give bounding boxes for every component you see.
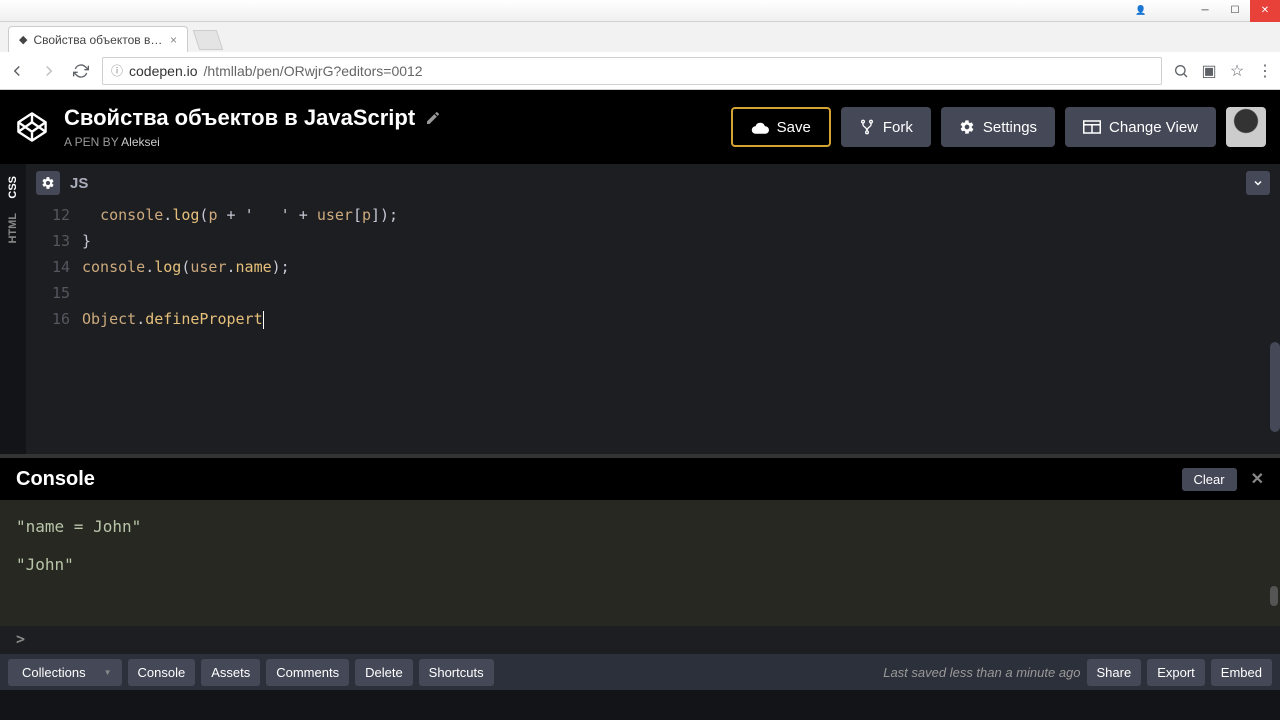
footer-console-button[interactable]: Console <box>128 659 196 686</box>
share-button[interactable]: Share <box>1087 659 1142 686</box>
collections-dropdown[interactable]: Collections <box>8 659 122 686</box>
back-button[interactable] <box>6 60 28 82</box>
gear-icon <box>959 119 975 135</box>
css-tab[interactable]: CSS <box>5 170 21 205</box>
console-title: Console <box>16 468 95 491</box>
console-prompt[interactable]: > <box>0 626 1280 654</box>
reload-button[interactable] <box>70 60 92 82</box>
line-gutter: 12 13 14 15 16 <box>26 202 82 454</box>
text-cursor <box>263 311 264 329</box>
change-view-button[interactable]: Change View <box>1065 107 1216 147</box>
export-button[interactable]: Export <box>1147 659 1205 686</box>
browser-tabstrip: ◆ Свойства объектов в Ja × <box>0 22 1280 52</box>
save-status: Last saved less than a minute ago <box>883 665 1080 680</box>
avatar[interactable] <box>1226 107 1266 147</box>
windows-titlebar: 👤 ─ ☐ ✕ <box>0 0 1280 22</box>
footer-shortcuts-button[interactable]: Shortcuts <box>419 659 494 686</box>
codepen-header: Свойства объектов в JavaScript A PEN BY … <box>0 90 1280 164</box>
save-button[interactable]: Save <box>731 107 831 147</box>
console-scrollbar[interactable] <box>1270 586 1278 606</box>
extension-icon[interactable]: ▣ <box>1200 62 1218 80</box>
window-close-button[interactable]: ✕ <box>1250 0 1280 22</box>
zoom-icon[interactable] <box>1172 62 1190 80</box>
pen-title: Свойства объектов в JavaScript <box>64 105 415 131</box>
console-line: "name = John" <box>16 508 1264 546</box>
console-panel: Console Clear ✕ "name = John" "John" > <box>0 454 1280 654</box>
html-tab[interactable]: HTML <box>5 207 21 250</box>
tab-close-icon[interactable]: × <box>170 33 177 47</box>
new-tab-button[interactable] <box>193 30 223 50</box>
window-minimize-button[interactable]: ─ <box>1190 0 1220 22</box>
browser-toolbar: ⓘ codepen.io/htmllab/pen/ORwjrG?editors=… <box>0 52 1280 90</box>
editor-expand-icon[interactable] <box>1246 171 1270 195</box>
console-close-icon[interactable]: ✕ <box>1251 469 1264 489</box>
console-line: "John" <box>16 546 1264 584</box>
browser-tab[interactable]: ◆ Свойства объектов в Ja × <box>8 26 188 52</box>
editor-settings-icon[interactable] <box>36 171 60 195</box>
codepen-logo[interactable] <box>14 109 50 145</box>
fork-button[interactable]: Fork <box>841 107 931 147</box>
subtitle-prefix: A PEN BY <box>64 135 121 149</box>
chrome-menu-icon[interactable]: ⋮ <box>1256 62 1274 80</box>
fork-icon <box>859 119 875 135</box>
embed-button[interactable]: Embed <box>1211 659 1272 686</box>
code-editor[interactable]: 12 13 14 15 16 console.log(p + ' ' + use… <box>26 202 1280 454</box>
layout-icon <box>1083 120 1101 134</box>
url-path: /htmllab/pen/ORwjrG?editors=0012 <box>204 63 423 79</box>
footer-assets-button[interactable]: Assets <box>201 659 260 686</box>
bookmark-icon[interactable]: ☆ <box>1228 62 1246 80</box>
settings-button[interactable]: Settings <box>941 107 1055 147</box>
footer-comments-button[interactable]: Comments <box>266 659 349 686</box>
edit-title-icon[interactable] <box>425 110 441 126</box>
tab-title: Свойства объектов в Ja <box>33 33 164 47</box>
user-icon[interactable]: 👤 <box>1132 4 1150 18</box>
window-maximize-button[interactable]: ☐ <box>1220 0 1250 22</box>
editor-area: CSS HTML JS 12 13 14 15 16 console.log(p… <box>0 164 1280 454</box>
forward-button <box>38 60 60 82</box>
console-output[interactable]: "name = John" "John" <box>0 500 1280 626</box>
editor-header: JS <box>26 164 1280 202</box>
editor-scrollbar[interactable] <box>1270 342 1280 432</box>
collapsed-panels: CSS HTML <box>0 164 26 454</box>
footer-bar: Collections Console Assets Comments Dele… <box>0 654 1280 690</box>
site-info-icon[interactable]: ⓘ <box>111 62 123 79</box>
cloud-icon <box>751 120 769 134</box>
code-content[interactable]: console.log(p + ' ' + user[p]);}console.… <box>82 202 1280 454</box>
editor-language-label: JS <box>70 175 88 192</box>
footer-delete-button[interactable]: Delete <box>355 659 413 686</box>
console-clear-button[interactable]: Clear <box>1182 468 1237 491</box>
address-bar[interactable]: ⓘ codepen.io/htmllab/pen/ORwjrG?editors=… <box>102 57 1162 85</box>
author-link[interactable]: Aleksei <box>121 135 160 149</box>
tab-favicon: ◆ <box>19 33 27 46</box>
console-header: Console Clear ✕ <box>0 458 1280 500</box>
url-host: codepen.io <box>129 63 198 79</box>
